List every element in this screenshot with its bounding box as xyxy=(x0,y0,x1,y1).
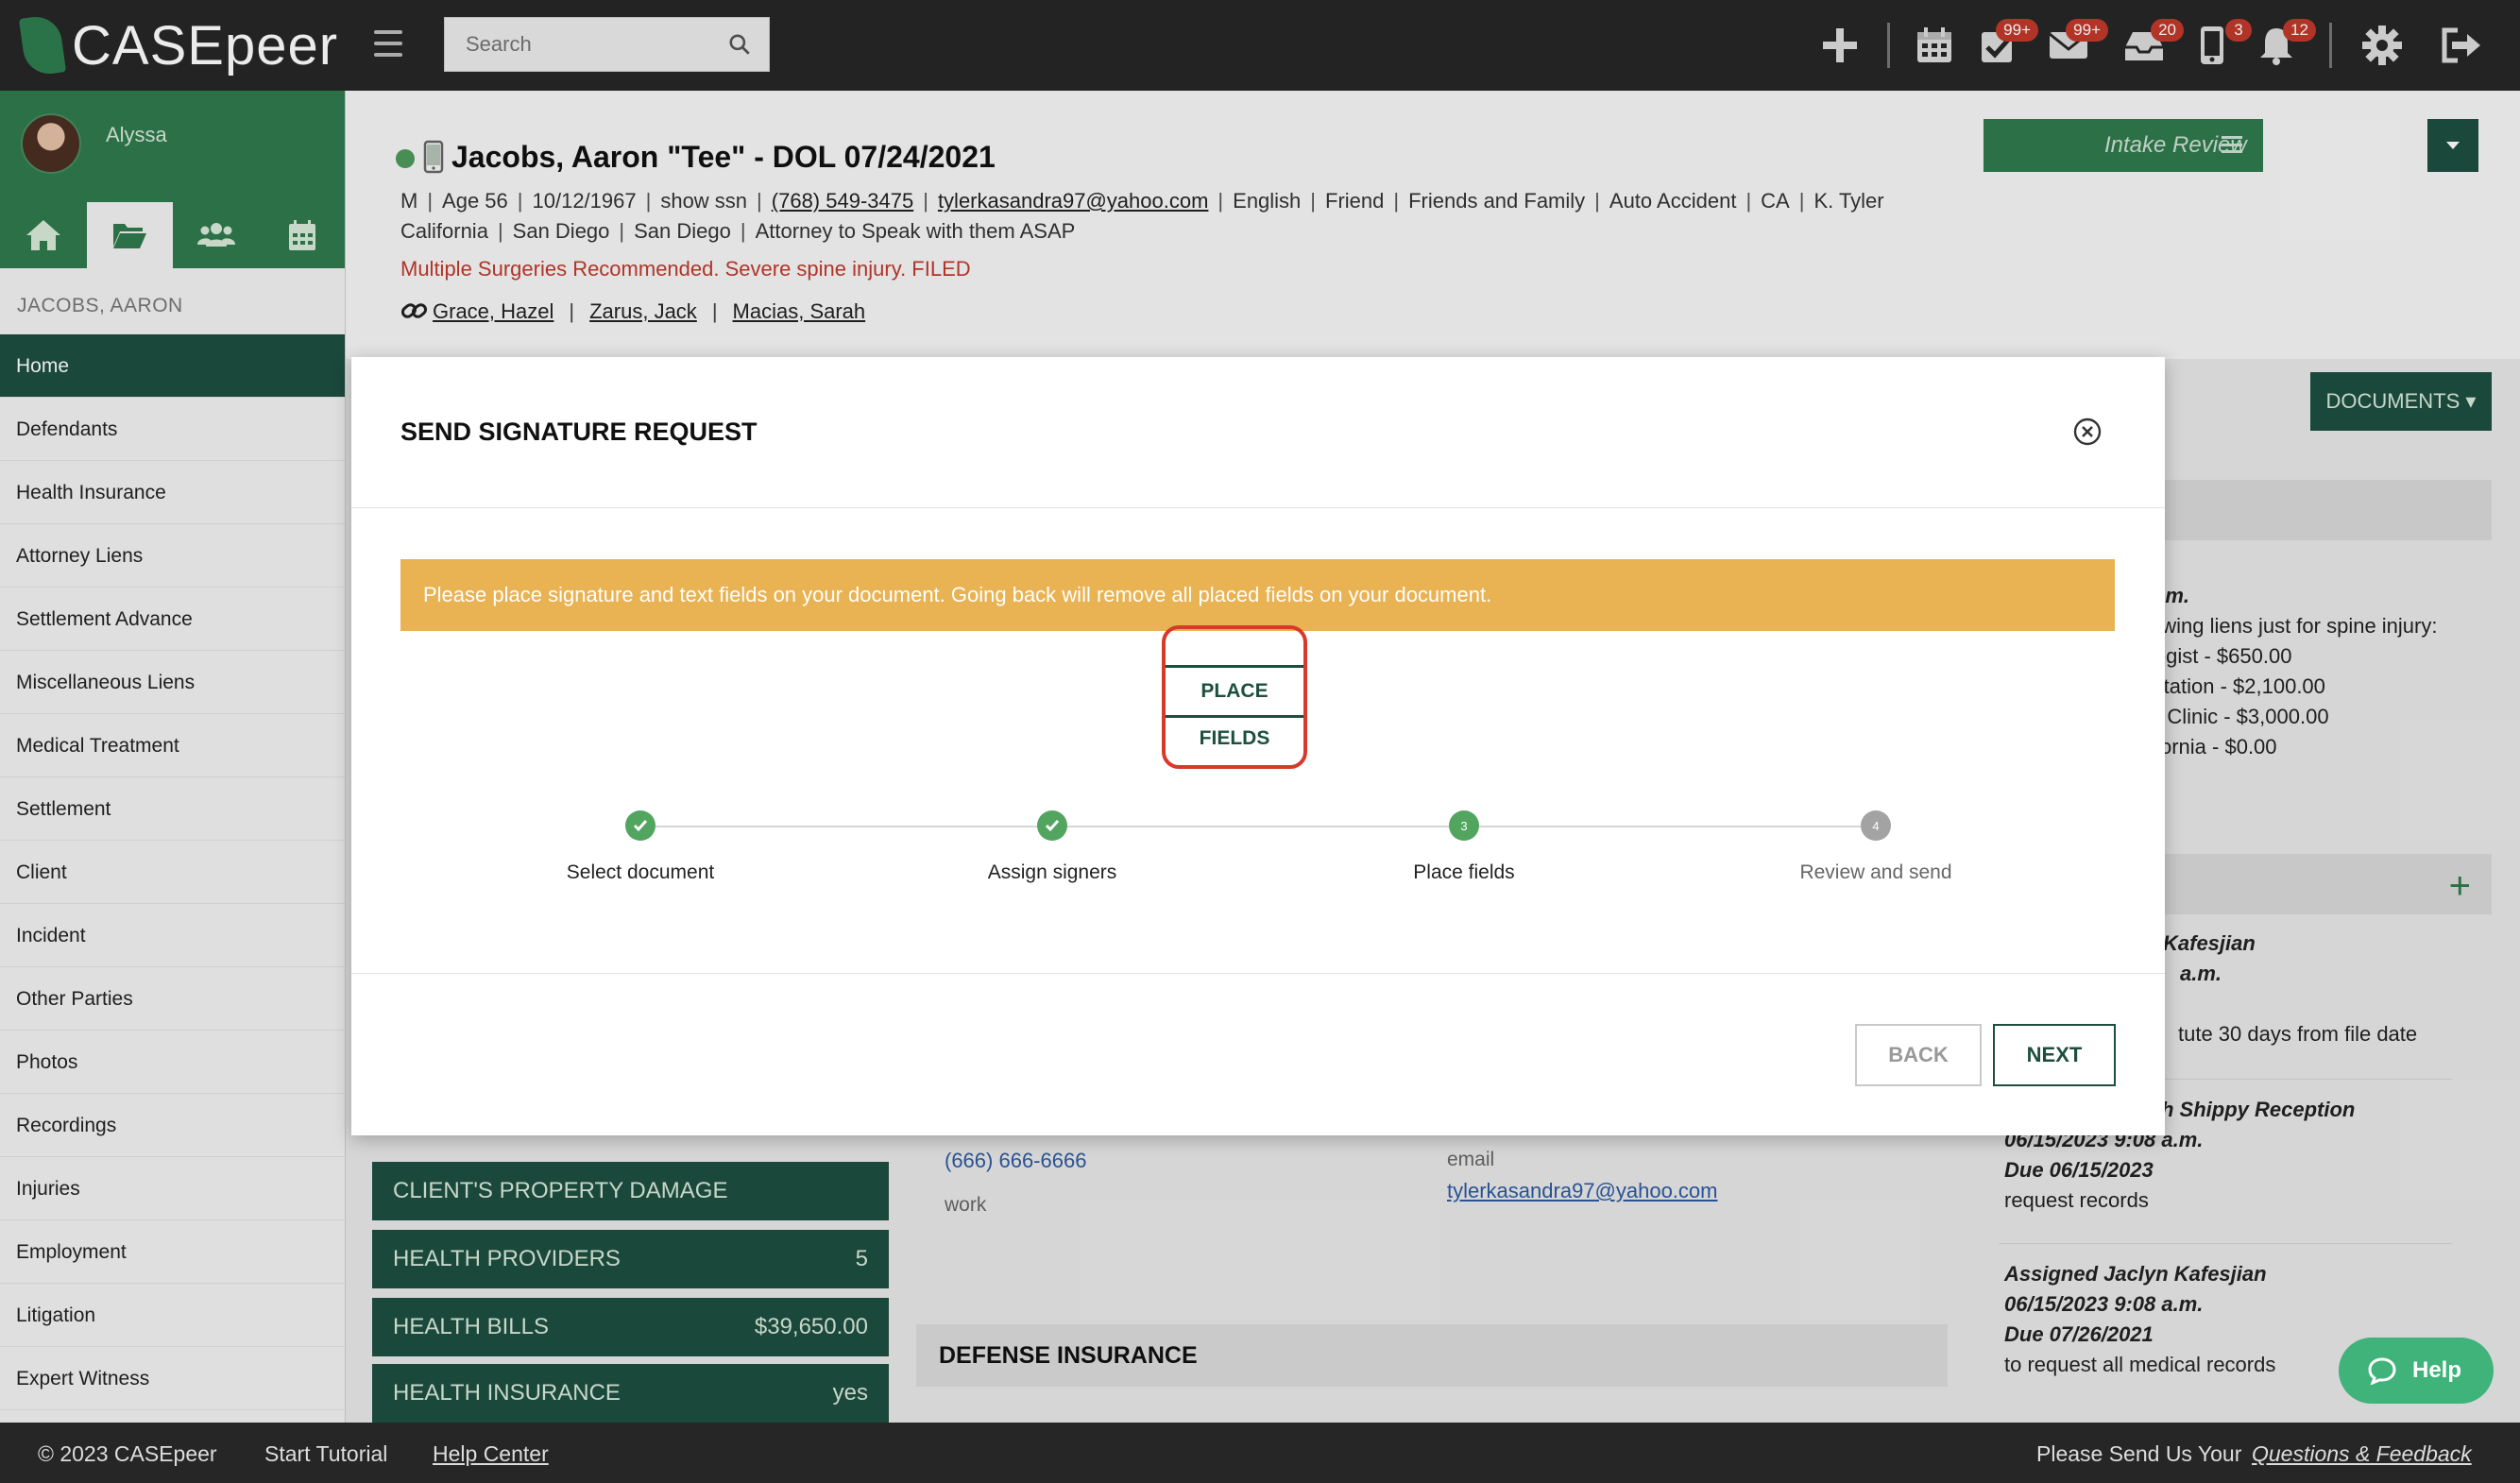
place-fields-highlight: PLACE FIELDS xyxy=(1162,625,1307,769)
chat-bubble-icon xyxy=(2368,1357,2396,1385)
footer-copyright: © 2023 CASEpeer xyxy=(38,1441,217,1466)
step-4-label: Review and send xyxy=(1799,861,1952,883)
check-icon xyxy=(1045,820,1060,832)
modal-title: SEND SIGNATURE REQUEST xyxy=(400,418,758,446)
check-icon xyxy=(633,820,648,832)
step-1-label: Select document xyxy=(566,861,715,883)
step-2-indicator xyxy=(1037,810,1067,841)
start-tutorial-link[interactable]: Start Tutorial xyxy=(264,1441,387,1467)
send-signature-modal: SEND SIGNATURE REQUEST Please place sign… xyxy=(351,357,2165,1135)
close-icon[interactable] xyxy=(2072,417,2103,447)
feedback-link[interactable]: Questions & Feedback xyxy=(2252,1441,2472,1467)
progress-track xyxy=(640,826,1876,827)
step-3-label: Place fields xyxy=(1413,861,1515,883)
help-label: Help xyxy=(2412,1357,2462,1383)
help-center-link[interactable]: Help Center xyxy=(433,1441,549,1467)
step-2-label: Assign signers xyxy=(987,861,1117,883)
step-4-indicator: 4 xyxy=(1861,810,1891,841)
step-1-indicator xyxy=(625,810,656,841)
footer: © 2023 CASEpeer Start Tutorial Help Cent… xyxy=(0,1423,2520,1483)
place-fields-button[interactable]: PLACE FIELDS xyxy=(1166,665,1303,749)
back-button[interactable]: BACK xyxy=(1855,1024,1982,1086)
next-button[interactable]: NEXT xyxy=(1993,1024,2116,1086)
help-button[interactable]: Help xyxy=(2339,1338,2494,1404)
feedback-prefix: Please Send Us Your xyxy=(2036,1441,2242,1466)
instruction-alert: Please place signature and text fields o… xyxy=(400,559,2115,631)
step-3-indicator: 3 xyxy=(1449,810,1479,841)
